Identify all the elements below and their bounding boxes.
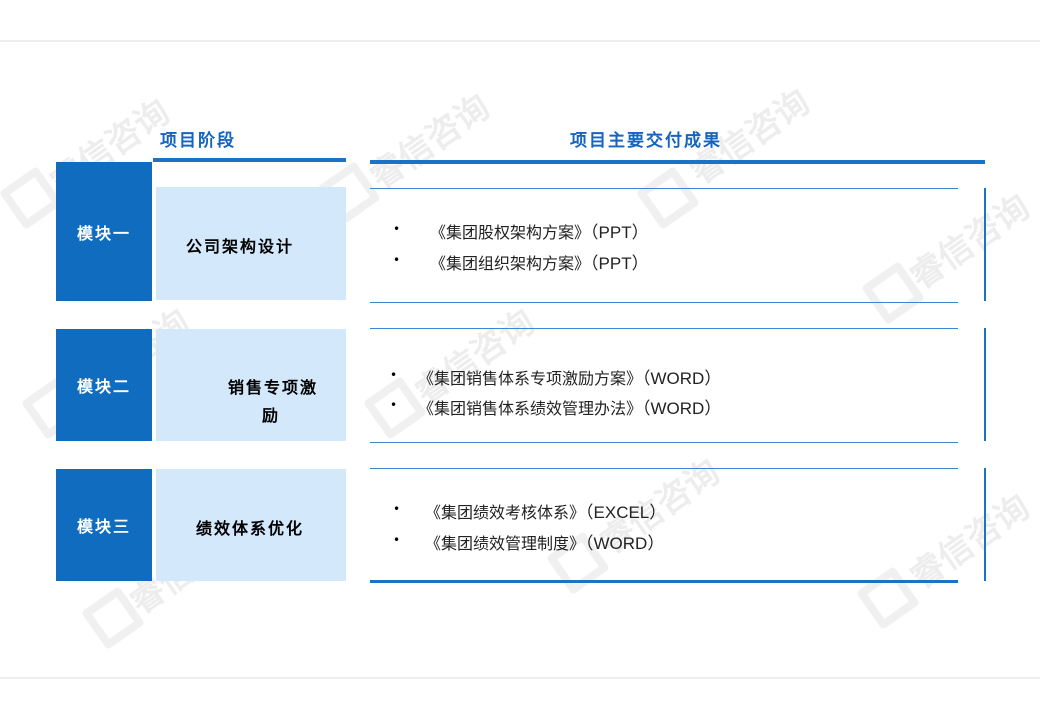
stage-text: 销售专项激 [228,378,319,397]
bullet-icon: • [393,533,401,547]
stage-text: 公司架构设计 [186,237,295,256]
bullet-icon: • [393,502,401,516]
bullet-icon: • [390,398,398,412]
bottom-divider [0,677,1040,679]
stage-header-underline [153,158,346,162]
watermark-text: 睿信咨询 [362,86,498,198]
deliverable-title: 《集团绩效管理制度》 [425,534,586,553]
panel-right-border [984,188,986,301]
stage-cell: 绩效体系优化 [156,469,346,581]
deliverable-format: （EXCEL） [585,503,667,522]
deliverable-title: 《集团绩效考核体系》 [425,503,586,522]
bullet-icon: • [393,253,401,267]
stage-text: 励 [262,406,281,425]
deliverable-title: 《集团销售体系绩效管理办法》 [418,399,643,418]
deliverable-item: 《集团绩效考核体系》（EXCEL） [425,498,666,523]
top-divider [0,40,1040,42]
module-label: 模块二 [56,329,152,441]
deliverable-item: 《集团销售体系专项激励方案》（WORD） [418,364,721,389]
deliverable-item: 《集团绩效管理制度》（WORD） [425,529,664,554]
panel-right-border [984,328,986,441]
stage-header: 项目阶段 [160,131,236,151]
bullet-icon: • [390,368,398,382]
panel-right-border [984,468,986,581]
deliverable-format: （WORD） [642,369,722,388]
deliverable-format: （WORD） [585,534,665,553]
stage-cell: 销售专项激 励 [156,329,346,441]
deliverables-panel [370,188,958,303]
deliverable-title: 《集团组织架构方案》 [430,254,591,273]
bullet-icon: • [393,222,401,236]
deliverable-title: 《集团销售体系专项激励方案》 [418,369,643,388]
stage-cell: 公司架构设计 [156,187,346,300]
deliverable-format: （PPT） [590,223,649,242]
deliverable-item: 《集团组织架构方案》（PPT） [430,249,649,274]
module-label: 模块一 [56,162,152,301]
deliverables-header-underline [370,160,985,164]
deliverables-header: 项目主要交付成果 [570,131,722,151]
deliverable-item: 《集团销售体系绩效管理办法》（WORD） [418,394,721,419]
module-label: 模块三 [56,469,152,581]
deliverable-format: （PPT） [590,254,649,273]
stage-text: 绩效体系优化 [196,519,305,538]
deliverable-title: 《集团股权架构方案》 [430,223,591,242]
deliverable-format: （WORD） [642,399,722,418]
deliverables-panel [370,468,958,583]
deliverable-item: 《集团股权架构方案》（PPT） [430,218,649,243]
